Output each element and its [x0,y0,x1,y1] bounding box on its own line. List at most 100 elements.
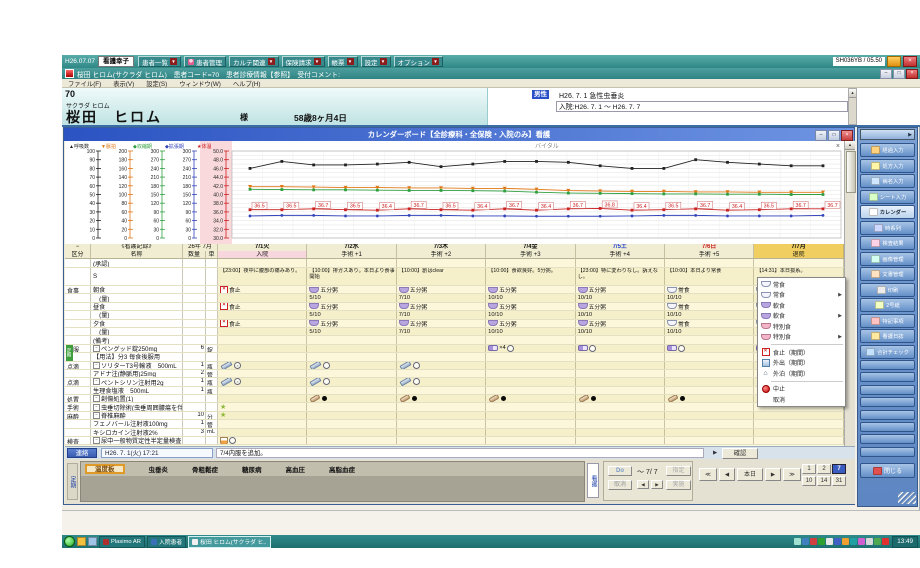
day-cell[interactable] [397,420,486,427]
nav-prev-button[interactable]: ◀ [719,468,735,481]
collapse-icon[interactable]: − [93,378,100,385]
name-cell[interactable]: アドナ注(静脈用)25mg [91,370,183,377]
day-cell[interactable] [307,362,396,369]
name-cell[interactable]: −創傷処置(1) [91,395,183,402]
day-cell[interactable]: 五分粥 [486,303,575,310]
day-cell[interactable] [397,353,486,360]
confirm-button[interactable]: 確認 [722,448,758,459]
day-cell[interactable] [218,353,307,360]
day-cell[interactable]: × [218,378,307,385]
tray-icon[interactable] [858,538,865,545]
day-cell[interactable]: 【23:00】夜中に腹部の痛みあり。 [218,268,307,285]
menubar-item[interactable]: 設定(S) [140,79,173,88]
day-cell[interactable] [397,345,486,352]
day-cell[interactable] [665,345,754,352]
day-cell[interactable]: 5/10 [307,328,396,335]
menu-item-特別食[interactable]: 特別食 [758,321,845,332]
day-cell[interactable] [397,378,486,385]
notice-button[interactable]: 連絡 [67,448,97,458]
tray-icon[interactable] [842,538,849,545]
resize-grip[interactable] [898,492,916,504]
day-cell[interactable] [576,412,665,419]
nav-today-button[interactable]: 本日 [737,468,763,481]
column-event-7/1火[interactable]: 入院 [218,251,307,259]
day-cell[interactable] [307,353,396,360]
key-icon[interactable] [887,56,901,67]
scroll-up-icon[interactable]: ▲ [849,89,856,98]
day-cell[interactable]: 10/10 [665,311,754,318]
day-cell[interactable] [754,420,843,427]
app-close-button[interactable]: × [903,56,917,67]
day-cell[interactable] [486,362,575,369]
day-cell[interactable] [307,420,396,427]
column-event-7/6日[interactable]: 手術 +5 [665,251,754,259]
menu-患者管理[interactable]: 患者管理 [184,56,226,67]
sidebar-item-合計チェック[interactable]: 合計チェック [860,345,915,359]
day-cell[interactable]: 五分粥 [307,286,396,293]
tray-icon[interactable] [794,538,801,545]
day-cell[interactable] [397,429,486,436]
range-prev-button[interactable]: ◀ [637,480,649,489]
name-cell[interactable]: (量) [91,294,183,301]
day-cell[interactable] [665,420,754,427]
day-cell[interactable] [397,387,486,394]
day-cell[interactable] [397,336,486,343]
nav-first-button[interactable]: ≪ [699,468,717,481]
day-cell[interactable] [218,328,307,335]
comment-scrollbar[interactable]: ▲ [848,88,857,125]
day-cell[interactable] [576,378,665,385]
sheet-tab-糖尿病[interactable]: 糖尿病 [242,464,262,474]
tray-icon[interactable] [818,538,825,545]
day-cell[interactable] [397,395,486,402]
folder-icon[interactable] [77,537,86,546]
day-cell[interactable] [397,362,486,369]
day-cell[interactable]: 【10:00】創はclear [397,268,486,285]
day-cell[interactable]: 常食 [665,303,754,310]
menu-設定[interactable]: 設定▼ [361,56,391,67]
execute-button[interactable]: 実施 [666,480,691,490]
day-cell[interactable] [218,437,307,444]
day-cell[interactable]: ×食止 [218,286,307,293]
day-cell[interactable] [397,259,486,267]
name-cell[interactable]: −ソリターT3号輸液 500mL [91,362,183,369]
cancel-button[interactable]: 取消 [608,480,632,490]
day-cell[interactable] [486,437,575,444]
name-cell[interactable]: (備考) [91,336,183,343]
menu-item-軟食[interactable]: 軟食 [758,300,845,311]
day-cell[interactable] [218,311,307,318]
day-cell[interactable] [218,259,307,267]
day-cell[interactable] [486,403,575,410]
tray-icon[interactable] [874,538,881,545]
day-cell[interactable] [218,294,307,301]
day-cell[interactable] [486,378,575,385]
day-cell[interactable] [576,420,665,427]
menubar-item[interactable]: ヘルプ(H) [227,79,267,88]
sheet-tab-温度板[interactable]: 温度板 [85,464,125,474]
sidebar-item-時系列[interactable]: 時系列 [860,221,915,235]
name-cell[interactable]: フェノバール注射液100mg [91,420,183,427]
day-cell[interactable] [486,412,575,419]
name-cell[interactable]: 昼食 [91,303,183,310]
day-cell[interactable]: ×4 [486,345,575,352]
day-cell[interactable]: 五分粥 [307,320,396,327]
sidebar-item-経過入力[interactable]: 経過入力 [860,143,915,157]
day-cell[interactable] [307,387,396,394]
sidebar-item-文書管理[interactable]: 文書管理 [860,267,915,281]
day-cell[interactable]: 10/10 [665,328,754,335]
name-cell[interactable]: (承認) [91,259,183,267]
day-cell[interactable]: 10/10 [665,294,754,301]
span-button-1[interactable]: 1 [802,464,816,474]
board-minimize-button[interactable]: – [815,130,827,141]
day-cell[interactable] [665,370,754,377]
day-cell[interactable] [486,259,575,267]
day-cell[interactable]: 五分粥 [486,320,575,327]
day-cell[interactable]: 五分粥 [397,286,486,293]
name-cell[interactable]: 生理食塩液 500mL [91,387,183,394]
day-cell[interactable]: 10/10 [486,311,575,318]
column-date-7/1火[interactable]: 7/1火 [218,244,307,251]
day-cell[interactable] [665,336,754,343]
column-date-7/6日[interactable]: 7/6日 [665,244,754,251]
menubar-item[interactable]: 表示(V) [107,79,140,88]
day-cell[interactable]: ★ [218,403,307,410]
menu-item-常食[interactable]: 常食▶ [758,290,845,301]
